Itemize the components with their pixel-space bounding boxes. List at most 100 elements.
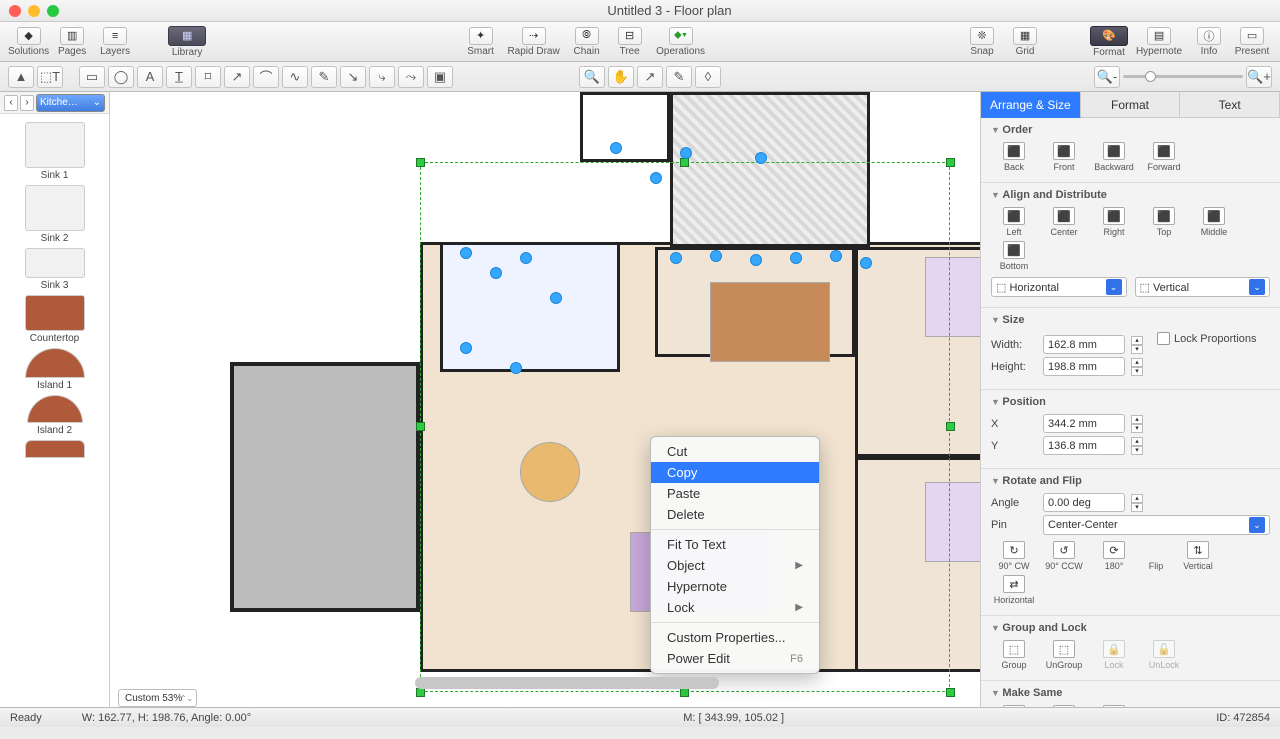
- rotate-180[interactable]: ⟳180°: [1091, 541, 1137, 571]
- order-backward[interactable]: ⬛Backward: [1091, 142, 1137, 172]
- align-bottom[interactable]: ⬛Bottom: [991, 241, 1037, 271]
- library-item-island1[interactable]: Island 1: [10, 346, 100, 391]
- zoom-tool[interactable]: 🔍: [579, 66, 605, 88]
- text-select-tool[interactable]: ⬚T: [37, 66, 63, 88]
- ctx-custom-properties[interactable]: Custom Properties...: [651, 627, 819, 648]
- format-button[interactable]: 🎨Format: [1089, 24, 1129, 60]
- library-item-island2[interactable]: Island 2: [10, 393, 100, 436]
- library-next-button[interactable]: ›: [20, 95, 34, 111]
- order-back[interactable]: ⬛Back: [991, 142, 1037, 172]
- tree-button[interactable]: ⊟Tree: [610, 24, 650, 60]
- ctx-paste[interactable]: Paste: [651, 483, 819, 504]
- y-input[interactable]: 136.8 mm: [1043, 436, 1125, 455]
- canvas[interactable]: Cut Copy Paste Delete Fit To Text Object…: [110, 92, 980, 707]
- rotate-cw[interactable]: ↻90° CW: [991, 541, 1037, 571]
- library-selector[interactable]: Kitche…⌄: [36, 94, 105, 112]
- flip-vertical[interactable]: ⇅Vertical: [1175, 541, 1221, 571]
- snap-button[interactable]: ❊Snap: [962, 24, 1002, 60]
- curve-connector-tool[interactable]: ⤳: [398, 66, 424, 88]
- same-width[interactable]: ◫Width: [1041, 705, 1087, 707]
- ctx-fit-to-text[interactable]: Fit To Text: [651, 534, 819, 555]
- distribute-vertical[interactable]: ⬚ Vertical⌄: [1135, 277, 1271, 297]
- height-input[interactable]: 198.8 mm: [1043, 357, 1125, 376]
- operations-button[interactable]: ⬥▾Operations: [653, 24, 709, 60]
- ellipse-tool[interactable]: ◯: [108, 66, 134, 88]
- order-forward[interactable]: ⬛Forward: [1141, 142, 1187, 172]
- angle-stepper[interactable]: ▴▾: [1131, 494, 1143, 512]
- smart-button[interactable]: ✦Smart: [461, 24, 501, 60]
- library-prev-button[interactable]: ‹: [4, 95, 18, 111]
- y-stepper[interactable]: ▴▾: [1131, 437, 1143, 455]
- layers-button[interactable]: ≡Layers: [95, 24, 135, 60]
- brush-tool[interactable]: ✎: [311, 66, 337, 88]
- eraser-tool[interactable]: ◊: [695, 66, 721, 88]
- zoom-select[interactable]: Custom 53%⌃⌄: [118, 689, 197, 707]
- ctx-hypernote[interactable]: Hypernote: [651, 576, 819, 597]
- align-left[interactable]: ⬛Left: [991, 207, 1037, 237]
- unlock-button[interactable]: 🔓UnLock: [1141, 640, 1187, 670]
- picker-tool[interactable]: ↗: [637, 66, 663, 88]
- x-stepper[interactable]: ▴▾: [1131, 415, 1143, 433]
- library-item-sink1[interactable]: Sink 1: [10, 120, 100, 181]
- ctx-copy[interactable]: Copy: [651, 462, 819, 483]
- zoom-in-button[interactable]: 🔍+: [1246, 66, 1272, 88]
- tab-format[interactable]: Format: [1081, 92, 1181, 118]
- rapid-draw-button[interactable]: ⇢Rapid Draw: [504, 24, 564, 60]
- ungroup-button[interactable]: ⬚UnGroup: [1041, 640, 1087, 670]
- connector-tool[interactable]: ↘: [340, 66, 366, 88]
- zoom-window-button[interactable]: [47, 5, 59, 17]
- align-middle[interactable]: ⬛Middle: [1191, 207, 1237, 237]
- ctx-cut[interactable]: Cut: [651, 441, 819, 462]
- lock-button[interactable]: 🔒Lock: [1091, 640, 1137, 670]
- zoom-out-button[interactable]: 🔍-: [1094, 66, 1120, 88]
- present-button[interactable]: ▭Present: [1232, 24, 1272, 60]
- pages-button[interactable]: ▥Pages: [52, 24, 92, 60]
- height-stepper[interactable]: ▴▾: [1131, 358, 1143, 376]
- lock-proportions-checkbox[interactable]: Lock Proportions: [1157, 332, 1257, 345]
- same-size[interactable]: ◫Size: [991, 705, 1037, 707]
- callout-tool[interactable]: ⌑: [195, 66, 221, 88]
- align-top[interactable]: ⬛Top: [1141, 207, 1187, 237]
- distribute-horizontal[interactable]: ⬚ Horizontal⌄: [991, 277, 1127, 297]
- x-input[interactable]: 344.2 mm: [1043, 414, 1125, 433]
- angle-input[interactable]: 0.00 deg: [1043, 493, 1125, 512]
- library-item-countertop[interactable]: Countertop: [10, 293, 100, 344]
- hypernote-button[interactable]: ▤Hypernote: [1132, 24, 1186, 60]
- text-tool[interactable]: A: [137, 66, 163, 88]
- tab-text[interactable]: Text: [1180, 92, 1280, 118]
- minimize-window-button[interactable]: [28, 5, 40, 17]
- grid-button[interactable]: ▦Grid: [1005, 24, 1045, 60]
- zoom-slider[interactable]: [1123, 75, 1243, 78]
- library-button[interactable]: ▦Library: [167, 24, 207, 60]
- hand-tool[interactable]: ✋: [608, 66, 634, 88]
- rect-tool[interactable]: ▭: [79, 66, 105, 88]
- width-input[interactable]: 162.8 mm: [1043, 335, 1125, 354]
- library-item-sink2[interactable]: Sink 2: [10, 183, 100, 244]
- rotate-ccw[interactable]: ↺90° CCW: [1041, 541, 1087, 571]
- close-window-button[interactable]: [9, 5, 21, 17]
- info-button[interactable]: ⓘInfo: [1189, 24, 1229, 60]
- align-center[interactable]: ⬛Center: [1041, 207, 1087, 237]
- ctx-delete[interactable]: Delete: [651, 504, 819, 525]
- ctx-lock[interactable]: Lock▶: [651, 597, 819, 618]
- same-height[interactable]: ◫Height: [1091, 705, 1137, 707]
- flip-horizontal[interactable]: ⇄Horizontal: [991, 575, 1037, 605]
- ctx-power-edit[interactable]: Power EditF6: [651, 648, 819, 669]
- pin-select[interactable]: Center-Center⌄: [1043, 515, 1270, 535]
- chain-button[interactable]: ⦾Chain: [567, 24, 607, 60]
- spline-tool[interactable]: ∿: [282, 66, 308, 88]
- line-tool[interactable]: ↗: [224, 66, 250, 88]
- library-item-extra[interactable]: [10, 438, 100, 460]
- smart-connector-tool[interactable]: ⤷: [369, 66, 395, 88]
- ctx-object[interactable]: Object▶: [651, 555, 819, 576]
- eyedropper-tool[interactable]: ✎: [666, 66, 692, 88]
- solutions-button[interactable]: ◆Solutions: [8, 24, 49, 60]
- library-item-sink3[interactable]: Sink 3: [10, 246, 100, 291]
- textbox-tool[interactable]: T̲: [166, 66, 192, 88]
- tab-arrange[interactable]: Arrange & Size: [981, 92, 1081, 118]
- group-button[interactable]: ⬚Group: [991, 640, 1037, 670]
- align-right[interactable]: ⬛Right: [1091, 207, 1137, 237]
- select-tool[interactable]: ▲: [8, 66, 34, 88]
- order-front[interactable]: ⬛Front: [1041, 142, 1087, 172]
- width-stepper[interactable]: ▴▾: [1131, 336, 1143, 354]
